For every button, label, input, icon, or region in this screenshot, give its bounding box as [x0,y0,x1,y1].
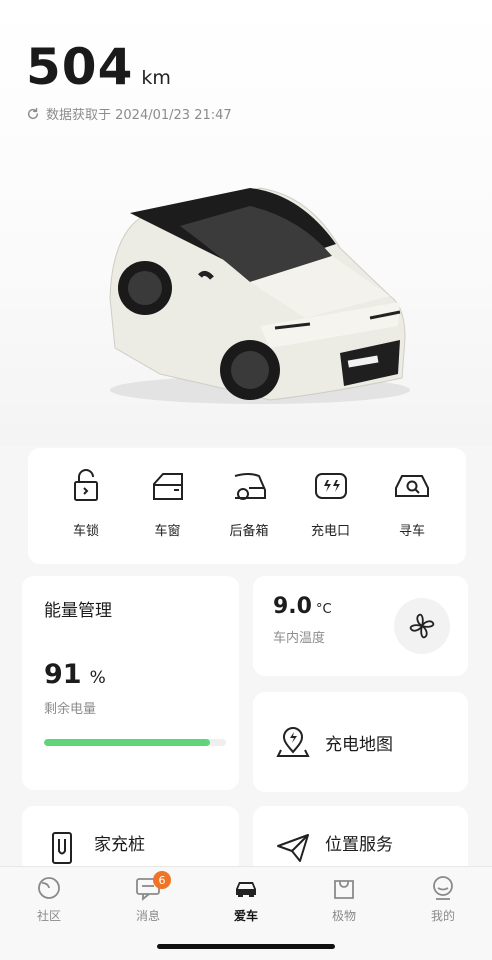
fan-icon [409,613,435,639]
temperature-card[interactable]: 9.0 °C 车内温度 [253,576,468,676]
quick-actions-card: 车锁 车窗 后备箱 充电口 寻车 [28,448,466,564]
find-car-icon [395,475,429,497]
temperature-value: 9.0 [273,594,312,619]
lock-button[interactable]: 车锁 [50,466,122,564]
home-indicator[interactable] [157,944,335,949]
profile-icon [433,876,453,900]
tab-profile-label: 我的 [430,909,455,923]
tab-messages-label: 消息 [135,909,160,923]
tab-my-car[interactable]: 爱车 [216,875,276,924]
trunk-label: 后备箱 [229,524,269,539]
battery-value: 91 [44,659,82,690]
map-pin-bolt-icon [276,727,310,757]
battery-label: 剩余电量 [44,702,97,717]
charge-map-label: 充电地图 [325,734,393,755]
tab-community[interactable]: 社区 [19,875,79,924]
car-render[interactable] [100,178,420,418]
data-refresh[interactable]: 数据获取于 2024/01/23 21:47 [26,104,232,123]
window-label: 车窗 [154,524,181,539]
battery-bar-fill [44,739,210,746]
community-icon [38,877,60,899]
charge-port-icon [314,473,347,499]
charger-icon [52,832,72,864]
charge-port-button[interactable]: 充电口 [295,466,367,564]
tab-shop[interactable]: 极物 [314,875,374,924]
battery-percentage: 91 % [44,659,217,690]
message-badge: 6 [153,871,171,889]
refresh-icon[interactable] [26,107,40,121]
charge-port-label: 充电口 [310,524,350,539]
tab-my-car-label: 爱车 [233,909,258,923]
find-car-label: 寻车 [398,524,425,539]
tab-shop-label: 极物 [331,909,356,923]
car-icon [236,882,256,897]
window-icon [152,473,183,500]
energy-card[interactable]: 能量管理 91 % 剩余电量 [22,576,239,790]
lock-icon [74,469,98,501]
trunk-icon [234,473,266,500]
trunk-button[interactable]: 后备箱 [213,466,285,564]
lock-label: 车锁 [72,524,99,539]
range-value: 504 [26,38,134,96]
fetch-time-text: 数据获取于 2024/01/23 21:47 [46,108,232,123]
tab-profile[interactable]: 我的 [413,875,473,924]
location-label: 位置服务 [325,835,393,855]
fan-button[interactable] [394,598,450,654]
range-unit: km [141,67,171,89]
find-car-button[interactable]: 寻车 [376,466,448,564]
vehicle-hero: 504 km 数据获取于 2024/01/23 21:47 [0,0,492,445]
temperature-unit: °C [315,602,332,617]
energy-title: 能量管理 [44,601,112,621]
tab-community-label: 社区 [36,909,61,923]
send-location-icon [277,834,309,862]
shop-icon [334,880,354,899]
range-display: 504 km [26,38,171,96]
battery-unit: % [89,668,106,688]
tab-messages[interactable]: 消息 6 [118,871,178,924]
charge-map-card[interactable]: 充电地图 [253,692,468,792]
battery-bar [44,739,226,746]
window-button[interactable]: 车窗 [132,466,204,564]
home-charger-label: 家充桩 [94,835,145,855]
